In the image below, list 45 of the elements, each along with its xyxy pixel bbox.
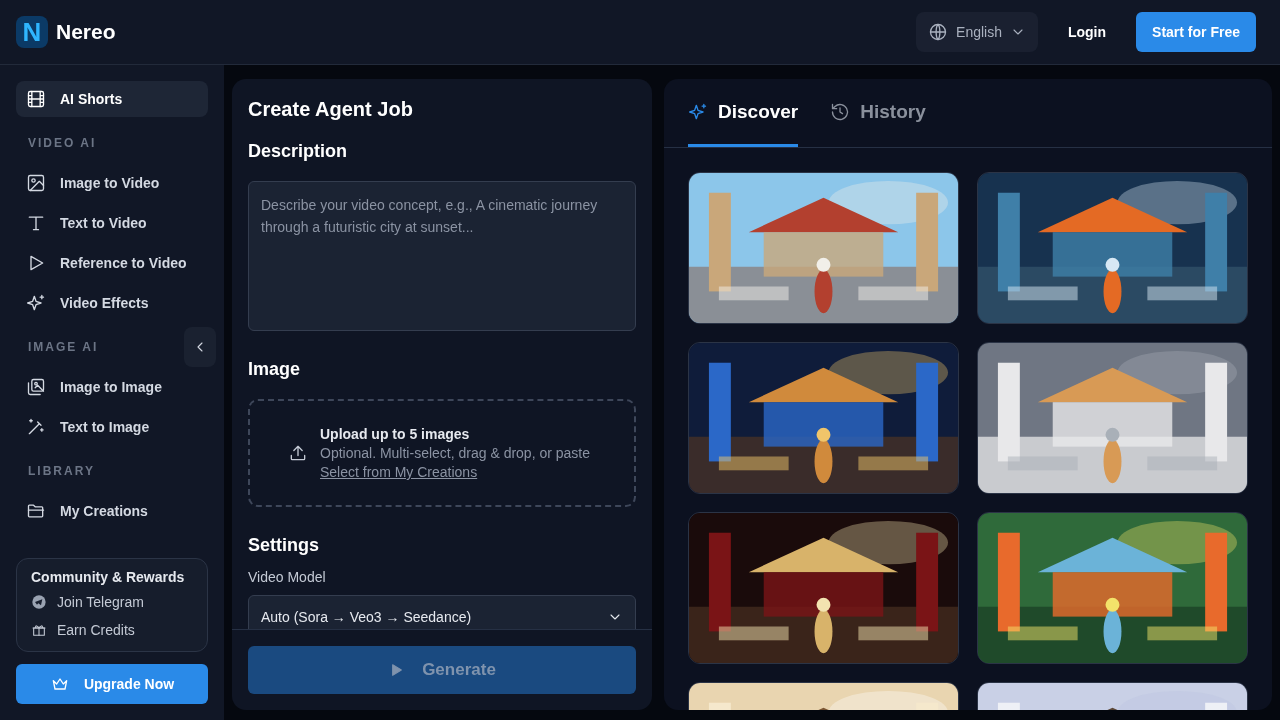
magic-wand-icon xyxy=(26,417,46,437)
tab[interactable]: History xyxy=(830,79,926,147)
panel-title: Create Agent Job xyxy=(248,97,414,122)
community-link[interactable]: Join Telegram xyxy=(31,591,193,613)
upload-icon xyxy=(288,443,308,463)
upload-hint: Optional. Multi-select, drag & drop, or paste xyxy=(320,445,591,461)
field-label: Video Model xyxy=(248,569,327,585)
sparkle-icon xyxy=(688,101,708,122)
community-title: Community & Rewards xyxy=(31,569,186,585)
sidebar-item[interactable]: Text to Video xyxy=(16,205,208,241)
collapse-button[interactable] xyxy=(184,327,216,367)
description-field[interactable]: Describe your video concept, e.g., A cinematic journey through a futuristic city at sunset... xyxy=(248,181,636,331)
telegram-icon xyxy=(31,594,47,610)
upload-area[interactable]: Upload up to 5 images Optional. Multi-select, drag & drop, or paste Select from My Creations xyxy=(248,399,636,507)
community-link[interactable]: Earn Credits xyxy=(31,619,193,641)
sidebar-item[interactable]: AI Shorts xyxy=(16,81,208,117)
section-heading: IMAGE AI xyxy=(27,340,99,354)
history-icon xyxy=(830,101,851,122)
logo-icon: N xyxy=(16,16,48,48)
upload-title: Upload up to 5 images xyxy=(320,426,471,442)
sparkle-icon xyxy=(26,293,46,313)
section-title: Image xyxy=(248,358,302,381)
model-select[interactable]: Auto (Sora → Veo3 → Seedance) xyxy=(248,595,636,629)
start-button[interactable]: Start for Free xyxy=(1136,12,1256,52)
creations-link[interactable]: Select from My Creations xyxy=(320,464,591,480)
brand-name: Nereo xyxy=(56,20,116,44)
tab[interactable]: Discover xyxy=(688,79,799,147)
sidebar-item[interactable]: Reference to Video xyxy=(16,245,208,281)
sidebar-item[interactable]: My Creations xyxy=(16,493,208,529)
section-title: Settings xyxy=(248,534,320,557)
globe-icon xyxy=(928,22,949,42)
section-title: Description xyxy=(248,140,349,163)
language-select[interactable]: English xyxy=(916,12,1038,52)
gift-icon xyxy=(31,622,47,638)
sidebar-item[interactable]: Image to Video xyxy=(16,165,208,201)
upgrade-button[interactable]: Upgrade Now xyxy=(16,664,208,704)
sidebar-item[interactable]: Text to Image xyxy=(16,409,208,445)
section-heading: LIBRARY xyxy=(27,464,95,478)
login-button[interactable]: Login xyxy=(1045,12,1129,52)
sidebar-item[interactable]: Video Effects xyxy=(16,285,208,321)
film-icon xyxy=(26,89,46,109)
section-heading: VIDEO AI xyxy=(27,136,97,150)
images-icon xyxy=(26,377,46,397)
image-icon xyxy=(26,173,46,193)
sidebar-item[interactable]: Image to Image xyxy=(16,369,208,405)
